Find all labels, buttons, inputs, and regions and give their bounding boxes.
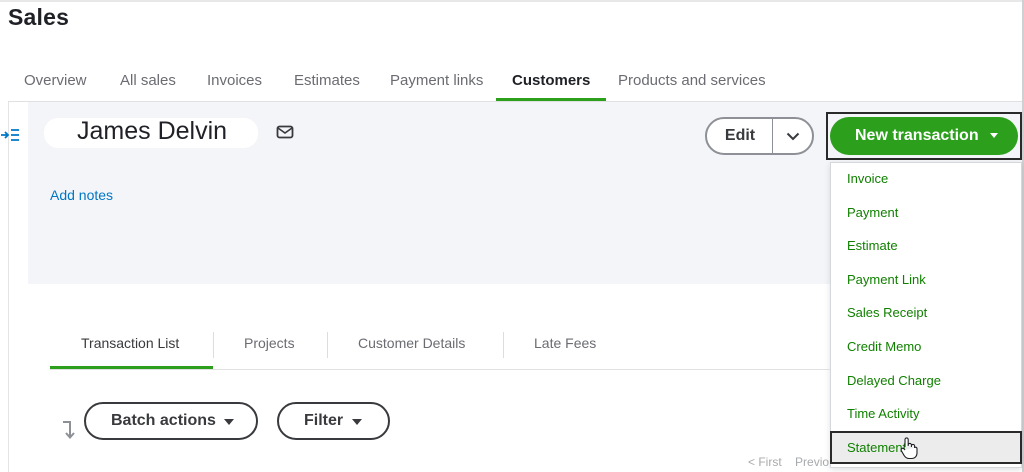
expand-panel-icon[interactable] <box>0 126 20 144</box>
customer-subtabs: Transaction List Projects Customer Detai… <box>49 324 830 370</box>
menu-item-credit-memo[interactable]: Credit Memo <box>847 339 921 354</box>
sales-tabs: Overview All sales Invoices Estimates Pa… <box>0 64 1022 102</box>
menu-item-payment[interactable]: Payment <box>847 205 898 220</box>
menu-item-delayed-charge[interactable]: Delayed Charge <box>847 373 941 388</box>
new-transaction-label: New transaction <box>855 127 979 144</box>
page-title: Sales <box>8 4 70 30</box>
caret-down-icon <box>990 133 998 138</box>
edit-button[interactable]: Edit <box>707 119 773 153</box>
new-transaction-button[interactable]: New transaction <box>830 117 1018 155</box>
subtab-divider <box>327 332 328 358</box>
subtab-divider <box>503 332 504 358</box>
filter-label: Filter <box>304 412 344 429</box>
customer-name: James Delvin <box>77 117 228 145</box>
batch-actions-label: Batch actions <box>111 412 216 429</box>
add-notes-link[interactable]: Add notes <box>50 187 113 203</box>
pagination: < First Previo <box>748 455 839 469</box>
edit-dropdown-button[interactable] <box>773 119 812 153</box>
sort-arrow-icon[interactable] <box>60 420 78 440</box>
subtab-transaction-list[interactable]: Transaction List <box>49 324 214 370</box>
subtab-projects[interactable]: Projects <box>244 324 295 370</box>
caret-down-icon <box>224 419 234 425</box>
hand-cursor-icon <box>900 436 918 460</box>
tab-estimates[interactable]: Estimates <box>294 64 360 102</box>
left-panel-edge <box>0 102 9 472</box>
subtab-divider <box>213 332 214 358</box>
tab-customers[interactable]: Customers <box>495 64 607 102</box>
tab-all-sales[interactable]: All sales <box>120 64 176 102</box>
tab-invoices[interactable]: Invoices <box>207 64 262 102</box>
batch-actions-button[interactable]: Batch actions <box>84 402 258 440</box>
pagination-previous-link[interactable]: Previo <box>795 455 829 469</box>
email-icon[interactable] <box>276 125 294 139</box>
window-top-border <box>0 0 1024 2</box>
subtabs-divider <box>50 369 830 370</box>
menu-item-payment-link[interactable]: Payment Link <box>847 272 926 287</box>
subtab-late-fees[interactable]: Late Fees <box>534 324 596 370</box>
menu-item-estimate[interactable]: Estimate <box>847 238 898 253</box>
caret-down-icon <box>352 419 362 425</box>
chevron-down-icon <box>786 132 799 140</box>
tab-overview[interactable]: Overview <box>24 64 87 102</box>
tab-payment-links[interactable]: Payment links <box>390 64 483 102</box>
menu-item-statement[interactable]: Statement <box>847 440 906 455</box>
subtab-customer-details[interactable]: Customer Details <box>358 324 465 370</box>
edit-split-button: Edit <box>705 117 814 155</box>
filter-button[interactable]: Filter <box>277 402 390 440</box>
menu-item-sales-receipt[interactable]: Sales Receipt <box>847 305 927 320</box>
pagination-first-link[interactable]: < First <box>748 455 782 469</box>
menu-item-time-activity[interactable]: Time Activity <box>847 406 919 421</box>
tab-products-and-services[interactable]: Products and services <box>618 64 766 102</box>
menu-item-invoice[interactable]: Invoice <box>847 171 888 186</box>
